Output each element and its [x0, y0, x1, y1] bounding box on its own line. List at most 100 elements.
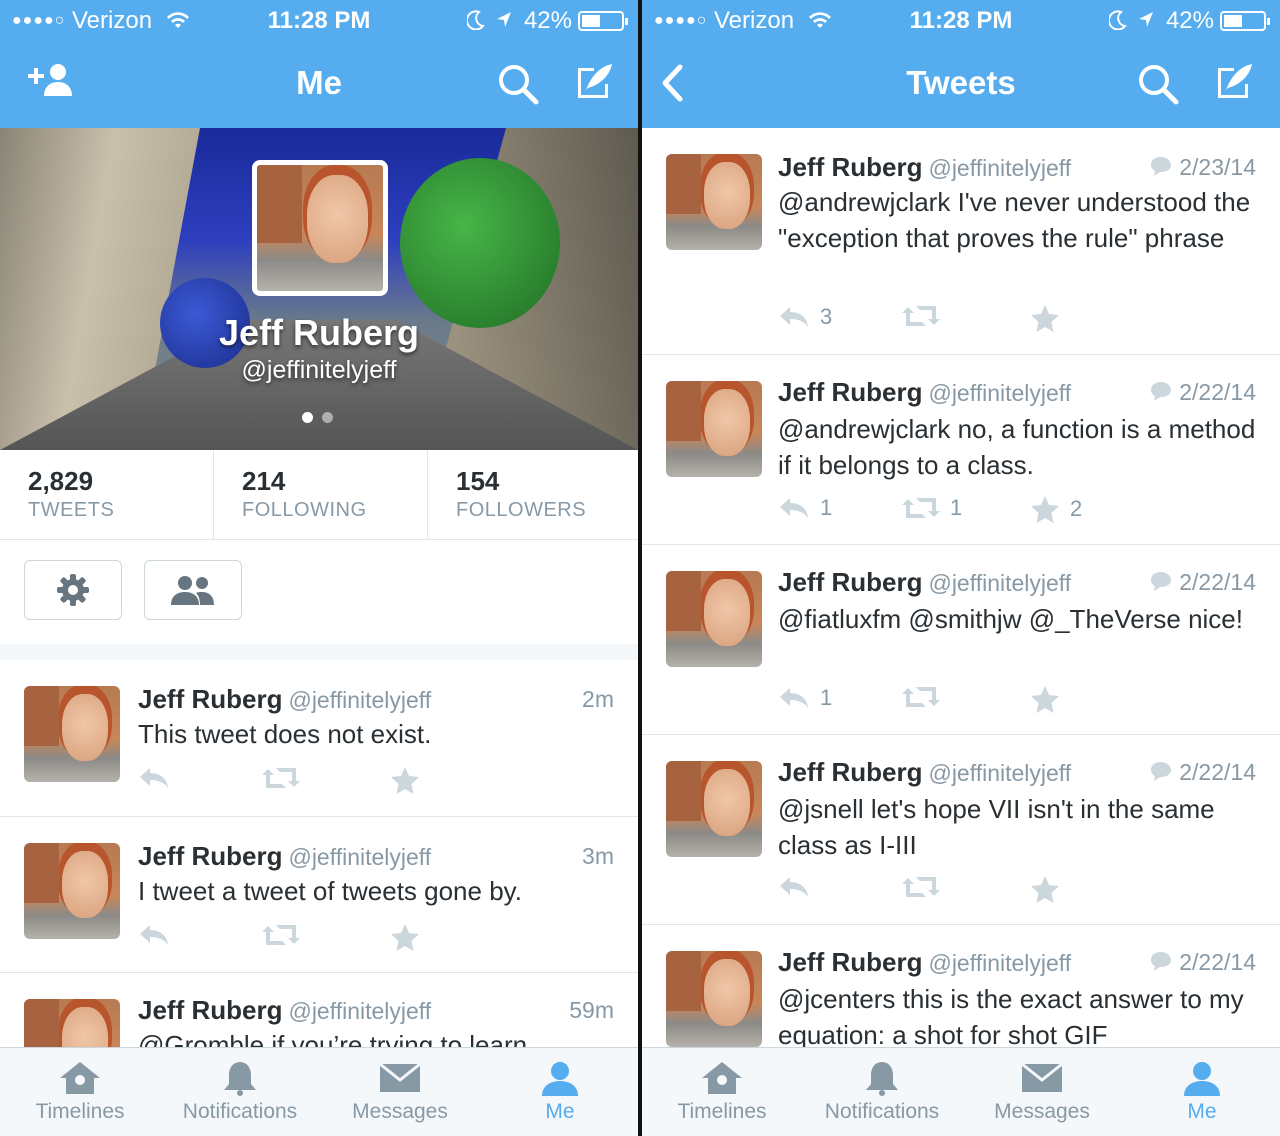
tweet-time: 2m	[582, 686, 614, 712]
battery: 42%	[465, 7, 628, 35]
search-icon[interactable]	[1136, 62, 1180, 106]
retweet-button[interactable]	[902, 304, 950, 328]
reply-icon	[780, 877, 808, 897]
star-icon	[1031, 876, 1059, 903]
conversation-icon	[1151, 762, 1172, 781]
bell-icon	[224, 1062, 256, 1096]
tweet-author[interactable]: Jeff Ruberg @jeffinitelyjeff	[778, 947, 1071, 978]
tweet-time: 2/22/14	[1149, 379, 1256, 406]
tweet-date: 2/22/14	[1179, 949, 1256, 975]
tweet-text: @jsnell let's hope VII isn't in the same…	[778, 794, 1215, 860]
tweet-text: This tweet does not exist.	[138, 719, 432, 749]
star-icon	[1031, 686, 1059, 713]
lists-button[interactable]	[144, 560, 242, 620]
author-handle: @jeffinitelyjeff	[928, 380, 1072, 406]
reply-icon	[780, 688, 808, 708]
tweet-item[interactable]: Jeff Ruberg @jeffinitelyjeff 2/23/14 @and…	[642, 128, 1280, 355]
moon-icon	[465, 10, 485, 31]
tab-me[interactable]: Me	[1122, 1048, 1280, 1136]
page-indicator[interactable]	[302, 410, 342, 428]
battery-icon	[578, 11, 628, 31]
star-icon	[391, 767, 419, 794]
page-title: Tweets	[906, 64, 1016, 101]
person-icon	[1184, 1062, 1220, 1096]
author-handle: @jeffinitelyjeff	[928, 570, 1072, 596]
favorite-button[interactable]	[1030, 304, 1070, 332]
profile-avatar[interactable]	[252, 160, 388, 296]
tweet-avatar[interactable]	[666, 381, 762, 477]
tab-timelines[interactable]: Timelines	[0, 1048, 160, 1136]
tab-notifications[interactable]: Notifications	[160, 1048, 320, 1136]
author-handle: @jeffinitelyjeff	[288, 687, 432, 713]
tab-label: Me	[545, 1100, 575, 1123]
compose-icon[interactable]	[572, 60, 616, 104]
tweet-text: I tweet a tweet of tweets gone by.	[138, 876, 522, 906]
stat-tweets[interactable]: 2,829 TWEETS	[0, 450, 213, 540]
tweet-avatar[interactable]	[666, 761, 762, 857]
tweet-avatar[interactable]	[24, 999, 120, 1053]
retweet-button[interactable]	[902, 875, 950, 899]
tab-timelines[interactable]: Timelines	[642, 1048, 802, 1136]
retweet-button[interactable]	[262, 923, 300, 947]
reply-button[interactable]	[138, 766, 170, 790]
stat-followers[interactable]: 154 FOLLOWERS	[427, 450, 638, 540]
retweet-button[interactable]	[902, 685, 950, 709]
retweet-button[interactable]	[262, 766, 300, 790]
tweet-item[interactable]: Jeff Ruberg @jeffinitelyjeff 3m I tweet a…	[0, 817, 638, 973]
tweet-item[interactable]: Jeff Ruberg @jeffinitelyjeff 2/22/14 @jce…	[642, 925, 1280, 1055]
tweet-avatar[interactable]	[24, 686, 120, 782]
favorite-button[interactable]	[1030, 685, 1070, 713]
tweet-avatar[interactable]	[24, 843, 120, 939]
tab-messages[interactable]: Messages	[962, 1048, 1122, 1136]
reply-button[interactable]: 3	[778, 304, 832, 330]
tweet-date: 2/22/14	[1179, 569, 1256, 595]
retweet-count: 1	[950, 495, 963, 520]
reply-button[interactable]	[778, 875, 820, 899]
tweet-item[interactable]: Jeff Ruberg @jeffinitelyjeff 2/22/14 @fia…	[642, 545, 1280, 735]
tweet-time: 59m	[569, 997, 614, 1023]
tweet-item[interactable]: Jeff Ruberg @jeffinitelyjeff 2/22/14 @jsn…	[642, 735, 1280, 925]
stat-label: FOLLOWING	[242, 499, 367, 521]
tweet-avatar[interactable]	[666, 951, 762, 1047]
tweet-item[interactable]: Jeff Ruberg @jeffinitelyjeff 2m This twee…	[0, 660, 638, 817]
section-gap	[0, 644, 638, 660]
reply-button[interactable]: 1	[778, 685, 832, 711]
tweet-date: 2/23/14	[1179, 154, 1256, 180]
tweet-time: 2/22/14	[1149, 569, 1256, 596]
favorite-button[interactable]: 2	[1030, 495, 1082, 523]
favorite-button[interactable]	[390, 923, 420, 951]
reply-button[interactable]: 1	[778, 495, 832, 521]
tweet-author[interactable]: Jeff Ruberg @jeffinitelyjeff	[778, 152, 1071, 183]
tweet-item[interactable]: Jeff Ruberg @jeffinitelyjeff 2/22/14 @and…	[642, 355, 1280, 545]
tweet-author[interactable]: Jeff Ruberg @jeffinitelyjeff	[138, 684, 431, 715]
tweet-author[interactable]: Jeff Ruberg @jeffinitelyjeff	[138, 841, 431, 872]
retweet-button[interactable]: 1	[902, 495, 962, 521]
author-handle: @jeffinitelyjeff	[928, 950, 1072, 976]
status-bar: ●●●●○ Verizon 11:28 PM 42%	[642, 0, 1280, 42]
tab-bar: Timelines Notifications Messages Me	[0, 1047, 638, 1136]
tweet-author[interactable]: Jeff Ruberg @jeffinitelyjeff	[778, 377, 1071, 408]
tab-me[interactable]: Me	[480, 1048, 638, 1136]
tweet-avatar[interactable]	[666, 154, 762, 250]
stat-following[interactable]: 214 FOLLOWING	[213, 450, 427, 540]
tab-label: Messages	[352, 1100, 448, 1123]
reply-button[interactable]	[138, 923, 170, 947]
tweet-item[interactable]: Jeff Ruberg @jeffinitelyjeff 59m @Gromble…	[0, 973, 638, 1053]
tweet-author[interactable]: Jeff Ruberg @jeffinitelyjeff	[778, 757, 1071, 788]
search-icon[interactable]	[496, 62, 540, 106]
page-dot-active	[302, 412, 313, 423]
gear-icon	[57, 574, 89, 606]
settings-button[interactable]	[24, 560, 122, 620]
tweet-author[interactable]: Jeff Ruberg @jeffinitelyjeff	[138, 995, 431, 1026]
author-handle: @jeffinitelyjeff	[288, 844, 432, 870]
tweet-author[interactable]: Jeff Ruberg @jeffinitelyjeff	[778, 567, 1071, 598]
page-dot	[322, 412, 333, 423]
tab-messages[interactable]: Messages	[320, 1048, 480, 1136]
tab-notifications[interactable]: Notifications	[802, 1048, 962, 1136]
tweet-actions: 3	[778, 304, 1078, 334]
favorite-button[interactable]	[390, 766, 420, 794]
profile-name: Jeff Ruberg	[218, 312, 420, 353]
tweet-avatar[interactable]	[666, 571, 762, 667]
favorite-button[interactable]	[1030, 875, 1070, 903]
compose-icon[interactable]	[1212, 60, 1256, 104]
